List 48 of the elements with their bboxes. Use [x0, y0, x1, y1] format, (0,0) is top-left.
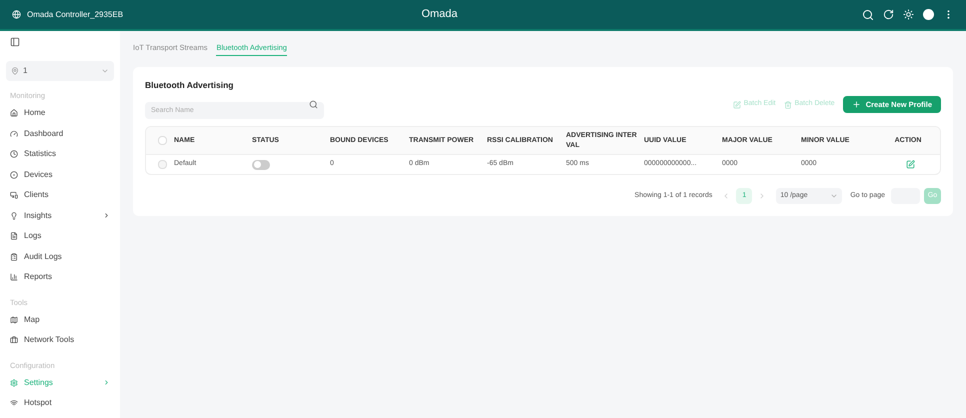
collapse-icon[interactable] — [10, 37, 20, 47]
home-icon — [10, 109, 18, 118]
sidebar-item[interactable]: Dashboard — [6, 124, 114, 144]
toolbox-icon — [10, 336, 18, 344]
clock-icon — [10, 150, 18, 158]
sun-icon[interactable] — [903, 9, 914, 20]
settings-icon — [10, 378, 18, 387]
caret-icon — [830, 192, 838, 200]
sidebar-item[interactable]: Devices — [6, 164, 114, 185]
site-name: Omada Controller_2935EB — [27, 8, 124, 20]
document-icon — [10, 232, 18, 240]
hotspot-icon — [10, 399, 18, 408]
edit-icon[interactable] — [906, 160, 914, 169]
chevron-icon — [103, 212, 110, 220]
caret-icon — [101, 67, 109, 75]
plus-icon — [852, 100, 861, 109]
sidebar-item[interactable]: Clients — [6, 185, 114, 206]
monitor-icon — [10, 191, 18, 200]
sidebar-item[interactable]: Network Tools — [6, 330, 114, 350]
location-icon — [11, 67, 19, 75]
sidebar-item[interactable]: Logs — [6, 226, 114, 246]
status-toggle[interactable] — [252, 160, 270, 170]
avatar-icon[interactable] — [923, 9, 934, 20]
row-checkbox[interactable] — [158, 160, 167, 169]
search-icon[interactable] — [862, 8, 874, 20]
site-selector[interactable]: 1 — [6, 61, 114, 81]
sidebar-item[interactable]: Hotspot — [6, 393, 114, 414]
sidebar-item[interactable]: Statistics — [6, 144, 114, 164]
select-all-checkbox[interactable] — [158, 136, 167, 145]
edit-icon — [732, 100, 741, 108]
sidebar-item[interactable]: Insights — [6, 206, 114, 226]
target-icon — [10, 170, 18, 179]
sidebar-item[interactable]: Map — [6, 310, 114, 330]
lightbulb-icon — [10, 212, 18, 220]
panel-title: Bluetooth Advertising — [145, 79, 234, 92]
sidebar-item[interactable]: Home — [6, 103, 114, 124]
search-icon — [309, 100, 318, 109]
trash-icon — [784, 100, 792, 108]
logo: Omada — [421, 7, 458, 22]
globe-icon — [12, 10, 21, 19]
sidebar-item[interactable]: Audit Logs — [6, 246, 114, 267]
chart-icon — [10, 273, 18, 282]
gauge-icon — [10, 130, 18, 138]
list-icon — [10, 252, 18, 261]
sidebar-item[interactable]: Reports — [6, 267, 114, 288]
map-icon — [10, 316, 18, 324]
refresh-icon[interactable] — [883, 9, 894, 20]
chevron-icon — [103, 379, 110, 386]
